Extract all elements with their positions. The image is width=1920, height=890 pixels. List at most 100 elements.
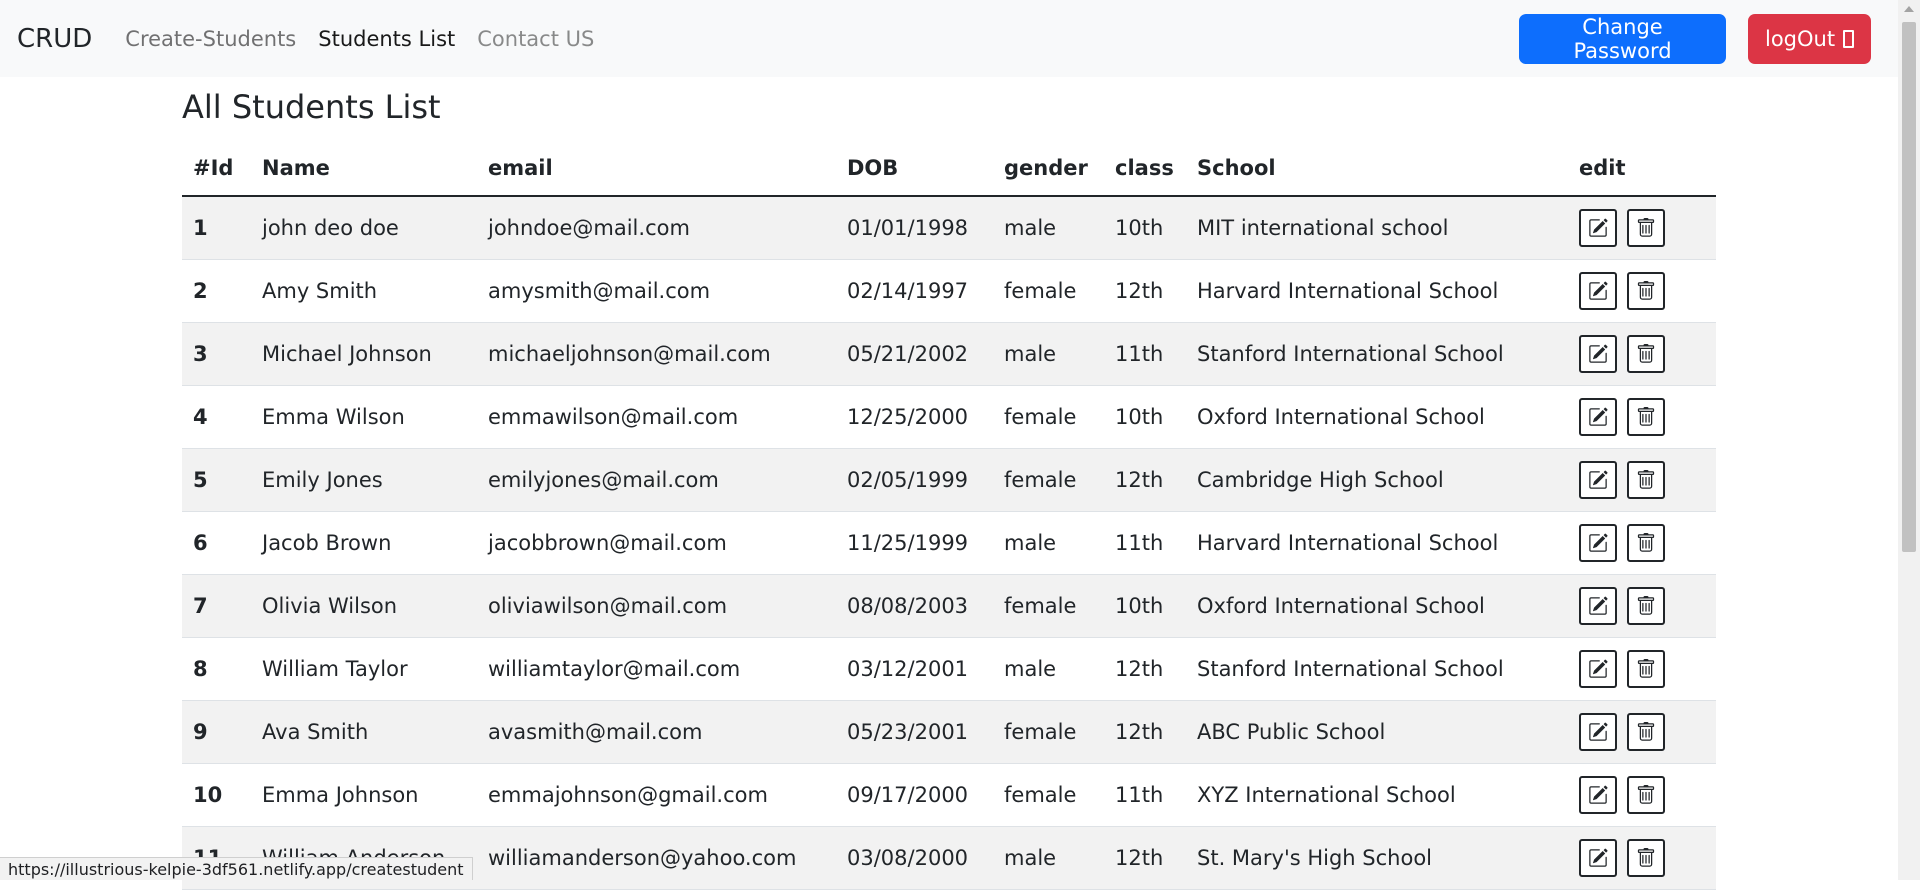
change-password-button[interactable]: Change Password (1519, 14, 1726, 64)
nav-link-create-students[interactable]: Create-Students (125, 27, 296, 51)
cell-school: Oxford International School (1186, 574, 1568, 638)
cell-school: Stanford International School (1186, 637, 1568, 701)
delete-button[interactable] (1627, 272, 1665, 310)
cell-school: Cambridge High School (1186, 448, 1568, 512)
cell-dob: 09/17/2000 (836, 763, 993, 827)
trash-icon (1636, 659, 1656, 679)
cell-id: 9 (182, 700, 251, 764)
cell-name: Emma Johnson (251, 763, 477, 827)
cell-class: 11th (1104, 511, 1186, 575)
cell-dob: 08/08/2003 (836, 574, 993, 638)
delete-button[interactable] (1627, 398, 1665, 436)
delete-button[interactable] (1627, 839, 1665, 877)
cell-edit-actions (1568, 637, 1716, 701)
cell-edit-actions (1568, 385, 1716, 449)
trash-icon (1636, 848, 1656, 868)
cell-gender: female (993, 385, 1104, 449)
edit-button[interactable] (1579, 776, 1617, 814)
delete-button[interactable] (1627, 461, 1665, 499)
cell-class: 10th (1104, 574, 1186, 638)
cell-id: 4 (182, 385, 251, 449)
edit-button[interactable] (1579, 209, 1617, 247)
delete-button[interactable] (1627, 776, 1665, 814)
nav-link-students-list[interactable]: Students List (318, 27, 455, 51)
header-id: #Id (182, 140, 251, 197)
cell-dob: 11/25/1999 (836, 511, 993, 575)
edit-button[interactable] (1579, 587, 1617, 625)
row-actions (1579, 335, 1716, 373)
cell-name: Emily Jones (251, 448, 477, 512)
page-title: All Students List (182, 88, 441, 126)
row-actions (1579, 524, 1716, 562)
scroll-up-icon[interactable] (1904, 6, 1914, 12)
cell-email: emmajohnson@gmail.com (477, 763, 836, 827)
delete-button[interactable] (1627, 335, 1665, 373)
trash-icon (1636, 470, 1656, 490)
header-dob: DOB (836, 140, 993, 197)
delete-button[interactable] (1627, 524, 1665, 562)
change-password-label: Change Password (1573, 15, 1672, 63)
pencil-square-icon (1588, 470, 1608, 490)
cell-school: MIT international school (1186, 196, 1568, 260)
table-row: 4 Emma Wilson emmawilson@mail.com 12/25/200… (182, 385, 1716, 449)
cell-dob: 05/21/2002 (836, 322, 993, 386)
cell-name: john deo doe (251, 196, 477, 260)
logout-button[interactable]: logOut (1748, 14, 1871, 64)
row-actions (1579, 839, 1716, 877)
row-actions (1579, 461, 1716, 499)
cell-edit-actions (1568, 448, 1716, 512)
cell-edit-actions (1568, 826, 1716, 890)
scrollbar-thumb[interactable] (1902, 22, 1916, 552)
edit-button[interactable] (1579, 272, 1617, 310)
cell-school: Stanford International School (1186, 322, 1568, 386)
cell-name: Amy Smith (251, 259, 477, 323)
edit-button[interactable] (1579, 524, 1617, 562)
cell-school: Oxford International School (1186, 385, 1568, 449)
edit-button[interactable] (1579, 839, 1617, 877)
cell-email: williamanderson@yahoo.com (477, 826, 836, 890)
cell-name: Michael Johnson (251, 322, 477, 386)
edit-button[interactable] (1579, 713, 1617, 751)
table-row: 7 Olivia Wilson oliviawilson@mail.com 08/08… (182, 574, 1716, 638)
cell-gender: female (993, 259, 1104, 323)
table-row: 10 Emma Johnson emmajohnson@gmail.com 09/17… (182, 763, 1716, 827)
delete-button[interactable] (1627, 650, 1665, 688)
edit-button[interactable] (1579, 335, 1617, 373)
edit-button[interactable] (1579, 650, 1617, 688)
pencil-square-icon (1588, 218, 1608, 238)
edit-button[interactable] (1579, 461, 1617, 499)
cell-email: amysmith@mail.com (477, 259, 836, 323)
brand-logo[interactable]: CRUD (17, 24, 92, 54)
cell-gender: female (993, 763, 1104, 827)
cell-id: 8 (182, 637, 251, 701)
cell-id: 1 (182, 196, 251, 260)
delete-button[interactable] (1627, 587, 1665, 625)
cell-id: 7 (182, 574, 251, 638)
cell-class: 11th (1104, 763, 1186, 827)
status-url: https://illustrious-kelpie-3df561.netlif… (0, 857, 473, 880)
pencil-square-icon (1588, 281, 1608, 301)
cell-email: emilyjones@mail.com (477, 448, 836, 512)
trash-icon (1636, 722, 1656, 742)
cell-id: 2 (182, 259, 251, 323)
table-row: 3 Michael Johnson michaeljohnson@mail.com 0… (182, 322, 1716, 386)
cell-school: ABC Public School (1186, 700, 1568, 764)
edit-button[interactable] (1579, 398, 1617, 436)
nav-link-contact-us[interactable]: Contact US (477, 27, 594, 51)
header-edit: edit (1568, 140, 1716, 197)
trash-icon (1636, 785, 1656, 805)
header-email: email (477, 140, 836, 197)
delete-button[interactable] (1627, 209, 1665, 247)
cell-edit-actions (1568, 511, 1716, 575)
cell-dob: 03/12/2001 (836, 637, 993, 701)
scrollbar[interactable] (1898, 0, 1920, 880)
cell-name: William Taylor (251, 637, 477, 701)
cell-class: 12th (1104, 826, 1186, 890)
delete-button[interactable] (1627, 713, 1665, 751)
row-actions (1579, 209, 1716, 247)
cell-gender: male (993, 826, 1104, 890)
pencil-square-icon (1588, 848, 1608, 868)
cell-name: Jacob Brown (251, 511, 477, 575)
navbar: CRUD Create-Students Students List Conta… (0, 0, 1898, 77)
cell-class: 12th (1104, 637, 1186, 701)
